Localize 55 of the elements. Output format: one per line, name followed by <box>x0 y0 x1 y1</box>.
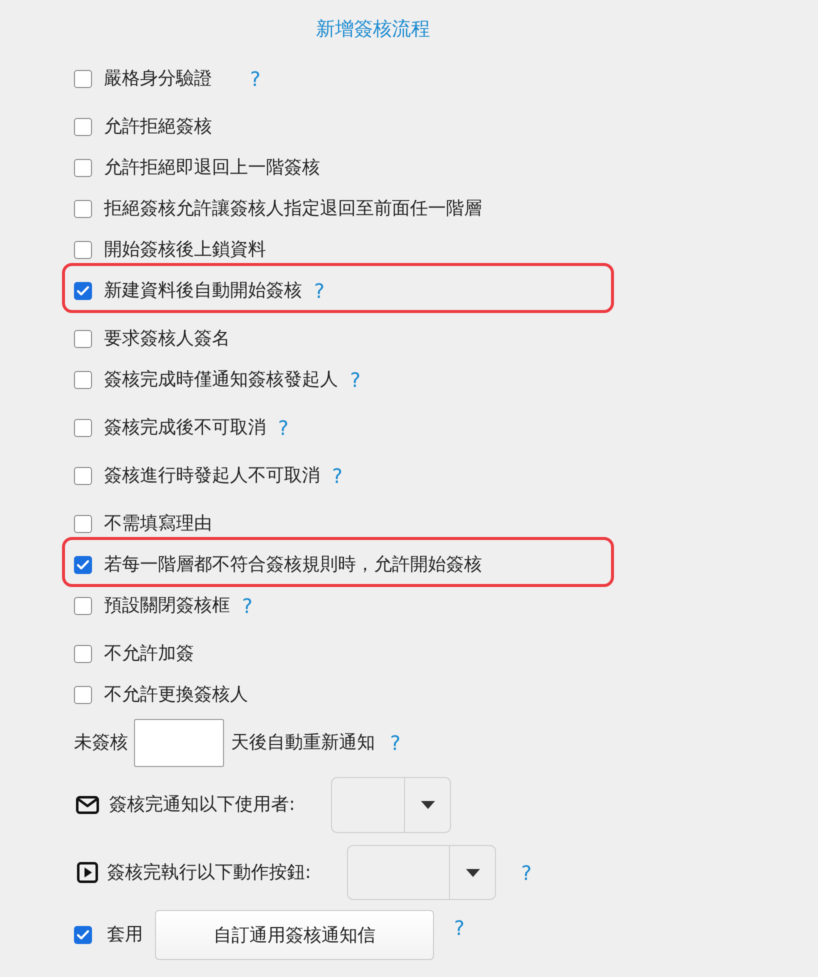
checkbox[interactable] <box>74 556 92 574</box>
option-label: 嚴格身分驗證 <box>104 70 212 88</box>
caret-icon <box>420 801 435 809</box>
help-link[interactable]: ? <box>390 733 401 753</box>
days-input[interactable] <box>134 719 224 767</box>
checkbox[interactable] <box>74 644 92 662</box>
checkbox[interactable] <box>74 118 92 136</box>
help-link[interactable]: ? <box>332 466 343 486</box>
checkbox[interactable] <box>74 466 92 484</box>
option-label: 預設關閉簽核框 <box>104 596 230 614</box>
help-link[interactable]: ? <box>242 596 253 616</box>
caret-icon <box>466 868 480 876</box>
checkbox[interactable] <box>74 240 92 258</box>
checkbox[interactable] <box>74 596 92 614</box>
checkbox[interactable] <box>74 200 92 218</box>
option-label: 簽核完成時僅通知簽核發起人 <box>104 370 338 388</box>
play-button-icon <box>77 862 98 883</box>
checkbox[interactable] <box>74 330 92 348</box>
option-label: 不允許加簽 <box>104 644 194 662</box>
custom-notification-button[interactable]: 自訂通用簽核通知信 <box>155 910 434 960</box>
option-label: 簽核完成後不可取消 <box>104 418 266 436</box>
help-link[interactable]: ? <box>454 918 465 938</box>
option-label: 若每一階層都不符合簽核規則時，允許開始簽核 <box>104 556 482 574</box>
checkmark-icon <box>77 560 89 570</box>
checkmark-icon <box>77 286 89 296</box>
reminder-suffix: 天後自動重新通知 <box>231 734 375 752</box>
help-link[interactable]: ? <box>314 280 325 300</box>
action-buttons-label: 簽核完執行以下動作按鈕: <box>107 864 312 882</box>
checkbox[interactable] <box>74 418 92 436</box>
checkmark-icon <box>77 930 89 940</box>
checkbox[interactable] <box>74 70 92 88</box>
envelope-icon <box>76 796 99 814</box>
help-link[interactable]: ? <box>278 418 289 438</box>
notify-users-label: 簽核完通知以下使用者: <box>109 796 296 814</box>
option-label: 不需填寫理由 <box>104 514 212 532</box>
help-link[interactable]: ? <box>521 862 532 882</box>
checkbox[interactable] <box>74 514 92 532</box>
checkbox[interactable] <box>74 282 92 300</box>
option-label: 允許拒絕即退回上一階簽核 <box>104 158 320 176</box>
help-link[interactable]: ? <box>350 370 361 390</box>
page-title: 新增簽核流程 <box>316 16 430 42</box>
option-label: 不允許更換簽核人 <box>104 686 248 704</box>
option-label: 拒絕簽核允許讓簽核人指定退回至前面任一階層 <box>104 200 482 218</box>
help-link[interactable]: ? <box>250 68 261 88</box>
option-label: 簽核進行時發起人不可取消 <box>104 466 320 484</box>
option-label: 開始簽核後上鎖資料 <box>104 240 266 258</box>
apply-label: 套用 <box>107 926 143 944</box>
reminder-prefix: 未簽核 <box>74 734 128 752</box>
option-label: 新建資料後自動開始簽核 <box>104 282 302 300</box>
checkbox[interactable] <box>74 926 92 944</box>
option-label: 允許拒絕簽核 <box>104 118 212 136</box>
checkbox[interactable] <box>74 686 92 704</box>
checkbox[interactable] <box>74 370 92 388</box>
option-label: 要求簽核人簽名 <box>104 330 230 348</box>
checkbox[interactable] <box>74 158 92 176</box>
